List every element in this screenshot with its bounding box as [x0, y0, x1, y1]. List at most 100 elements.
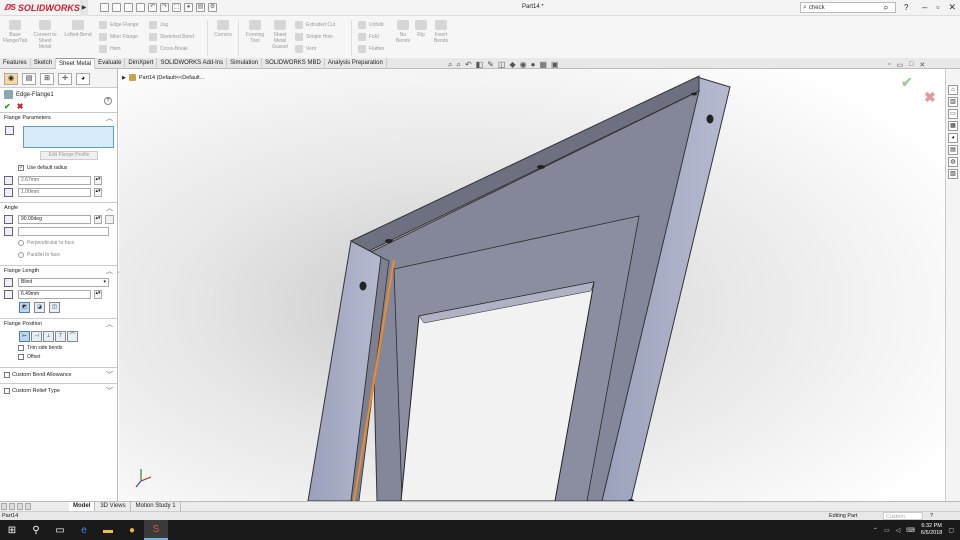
- trim-side-bends-checkbox[interactable]: [18, 344, 24, 351]
- graphics-area[interactable]: ▶ Part14 (Default<<Default... ✔ ✖: [119, 69, 945, 501]
- flange-length-field[interactable]: 6.49mm: [18, 289, 91, 299]
- convert-to-sheet-metal-button[interactable]: Convert to Sheet Metal: [30, 20, 60, 50]
- flatten-button[interactable]: Flatten: [358, 44, 390, 54]
- lofted-bend-button[interactable]: Lofted-Bend: [60, 20, 96, 38]
- start-icon[interactable]: ⊞: [0, 520, 24, 540]
- zoom-to-fit-icon[interactable]: ⌕: [448, 60, 452, 70]
- last-tab-icon[interactable]: [25, 503, 31, 510]
- model-canvas[interactable]: [119, 69, 945, 501]
- feature-tree-flyout[interactable]: ▶ Part14 (Default<<Default...: [122, 74, 204, 81]
- thickness-field[interactable]: 1.00mm: [18, 187, 91, 197]
- material-inside-icon[interactable]: ⊢: [19, 330, 30, 342]
- menu-expand-icon[interactable]: ▶: [80, 0, 88, 16]
- reference-face-box[interactable]: [18, 226, 109, 236]
- units-select[interactable]: Custom: [883, 512, 923, 520]
- keyboard-icon[interactable]: ⌨: [906, 527, 915, 534]
- sketched-bend-button[interactable]: Sketched Bend: [149, 32, 201, 42]
- dynamic-annotation-icon[interactable]: ✎: [487, 60, 494, 70]
- viewport-restore-icon[interactable]: ▫: [888, 61, 890, 69]
- flange-position-header[interactable]: Flange Position ︿: [0, 318, 117, 329]
- extruded-cut-button[interactable]: Extruded Cut: [295, 20, 345, 30]
- custom-properties-icon[interactable]: ▤: [948, 145, 958, 155]
- miter-flange-button[interactable]: Miter Flange: [99, 32, 143, 42]
- solidworks-resources-icon[interactable]: ⌂: [948, 85, 958, 95]
- hem-button[interactable]: Hem: [99, 44, 143, 54]
- lock-icon[interactable]: [105, 214, 114, 224]
- collapse-icon[interactable]: ︿: [106, 266, 113, 276]
- cross-break-button[interactable]: Cross-Break: [149, 44, 201, 54]
- unfold-button[interactable]: Unfold: [358, 20, 390, 30]
- reverse-direction-icon[interactable]: [4, 277, 13, 287]
- tab-mbd[interactable]: SOLIDWORKS MBD: [262, 58, 325, 69]
- tangent-to-bend-icon[interactable]: ⌒: [67, 330, 78, 342]
- options-icon[interactable]: ⚙: [208, 3, 217, 12]
- addins-pane-icon[interactable]: ▧: [948, 169, 958, 179]
- no-bends-button[interactable]: No Bends: [393, 20, 413, 44]
- tab-evaluate[interactable]: Evaluate: [95, 58, 126, 69]
- zoom-area-icon[interactable]: ⌕: [456, 60, 460, 70]
- task-view-icon[interactable]: ▭: [48, 520, 72, 540]
- outer-virtual-sharp-icon[interactable]: ◩: [19, 302, 30, 313]
- display-style-icon[interactable]: ◆: [510, 60, 516, 70]
- cancel-button[interactable]: ✖: [17, 102, 24, 111]
- jog-button[interactable]: Jog: [149, 20, 201, 30]
- perpendicular-radio[interactable]: [18, 240, 24, 246]
- chrome-icon[interactable]: ●: [120, 520, 144, 540]
- viewport-close-icon[interactable]: ✕: [919, 61, 925, 69]
- tab-model[interactable]: Model: [69, 502, 96, 511]
- view-settings-icon[interactable]: ▣: [551, 60, 559, 70]
- new-file-icon[interactable]: [100, 3, 109, 12]
- viewport-maximize-icon[interactable]: □: [909, 61, 913, 69]
- solidworks-taskbar-icon[interactable]: S: [144, 520, 168, 540]
- file-explorer-icon[interactable]: ▭: [948, 109, 958, 119]
- angle-spinner[interactable]: ▴▾: [94, 214, 102, 224]
- simple-hole-button[interactable]: Simple Hole: [295, 32, 345, 42]
- edit-appearance-icon[interactable]: ●: [531, 60, 536, 70]
- view-orientation-icon[interactable]: ◫: [498, 60, 506, 70]
- insert-bends-button[interactable]: Insert Bends: [429, 20, 453, 44]
- maximize-icon[interactable]: ▫: [936, 2, 939, 13]
- custom-bend-checkbox[interactable]: [4, 371, 10, 378]
- flange-length-header[interactable]: Flange Length ︿: [0, 265, 117, 276]
- collapse-icon[interactable]: ︿: [106, 319, 113, 329]
- edge-flange-button[interactable]: Edge Flange: [99, 20, 143, 30]
- next-tab-icon[interactable]: [17, 503, 23, 510]
- tab-sketch[interactable]: Sketch: [31, 58, 57, 69]
- expand-arrow-icon[interactable]: ▶: [122, 75, 126, 81]
- gusset-button[interactable]: Sheet Metal Gusset: [268, 20, 292, 50]
- length-spinner[interactable]: ▴▾: [94, 289, 102, 299]
- collapse-icon[interactable]: ︿: [106, 113, 113, 123]
- tab-analysis-preparation[interactable]: Analysis Preparation: [325, 58, 387, 69]
- redo-icon[interactable]: ↷: [160, 3, 169, 12]
- tab-simulation[interactable]: Simulation: [227, 58, 263, 69]
- material-outside-icon[interactable]: ⊣: [31, 330, 42, 342]
- expand-icon[interactable]: ﹀: [106, 386, 113, 396]
- edge-browser-icon[interactable]: e: [72, 520, 96, 540]
- custom-relief-header[interactable]: Custom Relief Type ﹀: [0, 383, 117, 397]
- forming-tool-button[interactable]: Forming Tool: [242, 20, 268, 44]
- save-icon[interactable]: [124, 3, 133, 12]
- undo-icon[interactable]: ↶: [148, 3, 157, 12]
- network-icon[interactable]: ▭: [884, 527, 890, 534]
- edit-flange-profile-button[interactable]: Edit Flange Profile: [40, 151, 98, 160]
- search-icon[interactable]: ⌕: [880, 2, 892, 13]
- ok-button[interactable]: ✔: [4, 102, 11, 111]
- rebuild-icon[interactable]: ●: [184, 3, 193, 12]
- rip-button[interactable]: Rip: [413, 20, 429, 38]
- fold-button[interactable]: Fold: [358, 32, 390, 42]
- solidworks-forum-icon[interactable]: ◍: [948, 157, 958, 167]
- print-icon[interactable]: [136, 3, 145, 12]
- thickness-spinner[interactable]: ▴▾: [94, 187, 102, 197]
- prev-tab-icon[interactable]: [9, 503, 15, 510]
- pm-help-icon[interactable]: ?: [104, 97, 112, 105]
- first-tab-icon[interactable]: [1, 503, 7, 510]
- open-file-icon[interactable]: [112, 3, 121, 12]
- search-input[interactable]: check: [809, 5, 825, 11]
- bend-radius-field[interactable]: 2.67mm: [18, 175, 91, 185]
- minimize-icon[interactable]: –: [922, 2, 927, 13]
- tab-motion-study[interactable]: Motion Study 1: [132, 502, 181, 511]
- length-type-select[interactable]: Blind ▾: [18, 277, 109, 287]
- property-manager-icon[interactable]: ▤: [22, 73, 36, 85]
- tab-sheet-metal[interactable]: Sheet Metal: [56, 58, 96, 69]
- tangent-bend-icon[interactable]: ◫: [49, 302, 60, 313]
